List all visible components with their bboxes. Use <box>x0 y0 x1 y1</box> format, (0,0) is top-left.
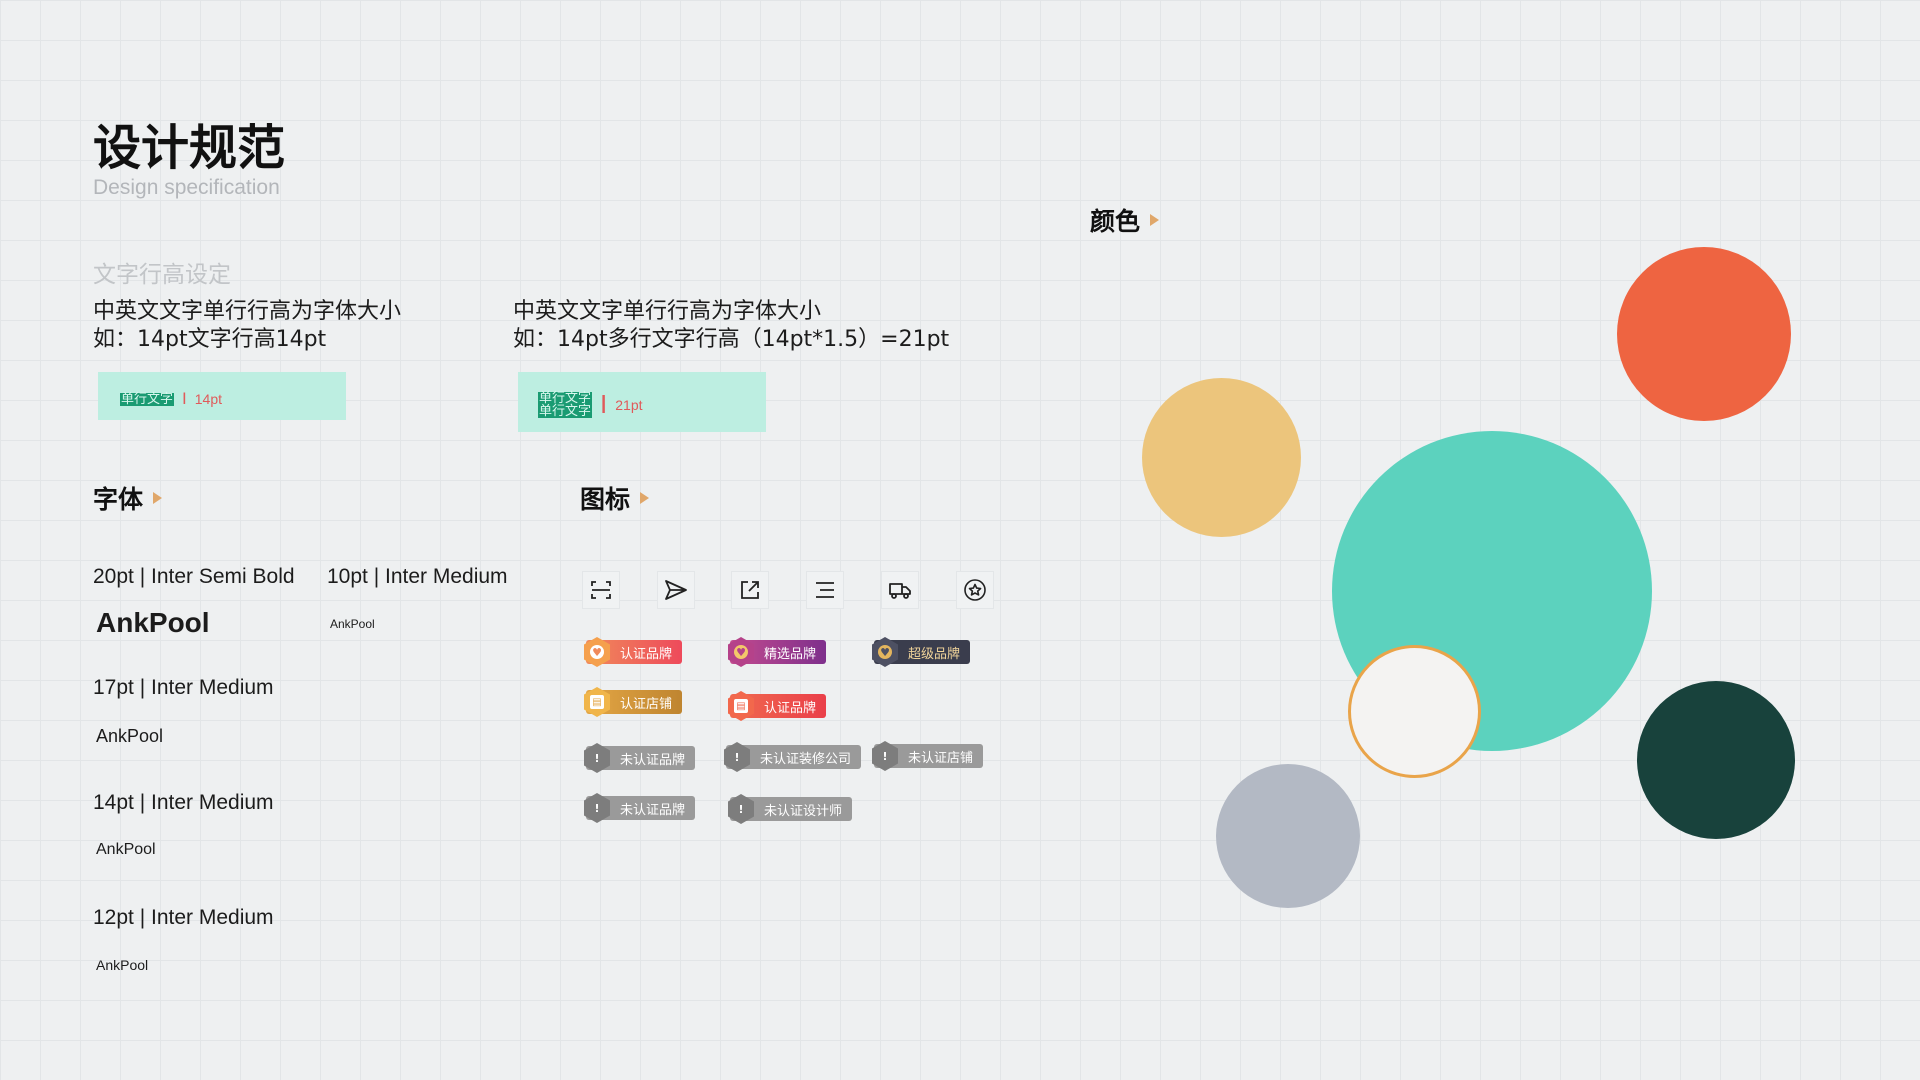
multi-line-demo: 单行文字 单行文字 I 21pt <box>518 372 766 432</box>
selected-brand-badge: ♥ 精选品牌 <box>728 637 827 667</box>
super-brand-badge: ♥ 超级品牌 <box>872 637 971 667</box>
font-spec-20pt: 20pt | Inter Semi Bold <box>93 565 295 588</box>
icons-heading: 图标 <box>580 480 650 516</box>
icons-heading-label: 图标 <box>580 485 631 514</box>
font-sample-14pt: AnkPool <box>96 841 156 858</box>
warning-icon: ! <box>584 793 610 823</box>
external-link-icon[interactable] <box>731 571 769 609</box>
badge-label: 认证品牌 <box>764 700 817 716</box>
font-sample-10pt: AnkPool <box>330 617 375 631</box>
badge-label: 认证品牌 <box>620 646 673 662</box>
color-swatch-grey <box>1216 764 1360 908</box>
uncertified-decor-company-badge: ! 未认证装修公司 <box>724 742 862 772</box>
font-spec-10pt: 10pt | Inter Medium <box>327 565 508 588</box>
multi-line-desc-1: 中英文文字单行行高为字体大小 <box>513 299 822 324</box>
page-title: 设计规范 <box>93 120 286 176</box>
store-icon: ▤ <box>728 691 754 721</box>
text-cursor-icon: I <box>182 389 187 408</box>
multi-line-height-value: 21pt <box>615 396 643 413</box>
font-sample-12pt: AnkPool <box>96 957 149 973</box>
uncertified-store-badge: ! 未认证店铺 <box>872 741 984 771</box>
uncertified-designer-badge: ! 未认证设计师 <box>728 794 853 824</box>
warning-icon: ! <box>584 743 610 773</box>
badge-label: 未认证装修公司 <box>760 751 852 767</box>
multi-line-sample-text-1: 单行文字 <box>538 390 593 406</box>
badge-label: 未认证品牌 <box>620 752 686 768</box>
heart-icon: ♥ <box>728 637 754 667</box>
certified-brand-badge-2: ▤ 认证品牌 <box>728 691 827 721</box>
font-sample-20pt: AnkPool <box>96 607 210 638</box>
play-arrow-icon <box>153 492 163 504</box>
badge-label: 未认证设计师 <box>764 803 843 819</box>
line-height-section-title: 文字行高设定 <box>93 262 231 288</box>
multi-line-sample-text-2: 单行文字 <box>538 403 593 419</box>
color-swatch-off-white <box>1348 645 1481 778</box>
single-line-description: 中英文文字单行行高为字体大小 如：14pt文字行高14pt <box>93 298 401 354</box>
truck-icon[interactable] <box>881 571 919 609</box>
store-icon: ▤ <box>584 687 610 717</box>
warning-icon: ! <box>728 794 754 824</box>
font-spec-14pt: 14pt | Inter Medium <box>93 791 274 814</box>
colors-heading: 颜色 <box>1090 202 1160 238</box>
menu-icon[interactable] <box>806 571 844 609</box>
uncertified-brand-badge: ! 未认证品牌 <box>584 743 696 773</box>
warning-icon: ! <box>724 742 750 772</box>
uncertified-brand-badge-2: ! 未认证品牌 <box>584 793 696 823</box>
multi-line-desc-2: 如：14pt多行文字行高（14pt*1.5）=21pt <box>513 327 950 352</box>
badge-label: 未认证店铺 <box>908 750 974 766</box>
certified-brand-badge: ♥ 认证品牌 <box>584 637 683 667</box>
badge-label: 精选品牌 <box>764 646 817 662</box>
text-cursor-icon: I <box>600 389 608 419</box>
warning-icon: ! <box>872 741 898 771</box>
badge-label: 未认证品牌 <box>620 802 686 818</box>
badge-label: 超级品牌 <box>908 646 961 662</box>
badge-label: 认证店铺 <box>620 696 673 712</box>
fonts-heading-label: 字体 <box>93 485 144 514</box>
play-arrow-icon <box>640 492 650 504</box>
color-swatch-yellow <box>1142 378 1301 537</box>
certified-store-badge: ▤ 认证店铺 <box>584 687 683 717</box>
font-spec-12pt: 12pt | Inter Medium <box>93 906 274 929</box>
single-line-demo: 单行文字 I 14pt <box>98 372 346 420</box>
single-line-height-value: 14pt <box>194 391 222 407</box>
color-swatch-dark-green <box>1637 681 1795 839</box>
play-arrow-icon <box>1150 214 1160 226</box>
font-spec-17pt: 17pt | Inter Medium <box>93 676 274 699</box>
heart-icon: ♥ <box>584 637 610 667</box>
color-swatch-orange-red <box>1617 247 1791 421</box>
multi-line-description: 中英文文字单行行高为字体大小 如：14pt多行文字行高（14pt*1.5）=21… <box>513 298 949 354</box>
single-line-sample-text: 单行文字 <box>120 391 175 407</box>
single-line-desc-2: 如：14pt文字行高14pt <box>93 327 327 352</box>
scan-icon[interactable] <box>582 571 620 609</box>
send-icon[interactable] <box>657 571 695 609</box>
colors-heading-label: 颜色 <box>1090 207 1141 236</box>
star-circle-icon[interactable] <box>956 571 994 609</box>
fonts-heading: 字体 <box>93 480 163 516</box>
heart-icon: ♥ <box>872 637 898 667</box>
page-subtitle: Design specification <box>93 176 280 199</box>
single-line-desc-1: 中英文文字单行行高为字体大小 <box>93 299 402 324</box>
font-sample-17pt: AnkPool <box>96 726 164 746</box>
